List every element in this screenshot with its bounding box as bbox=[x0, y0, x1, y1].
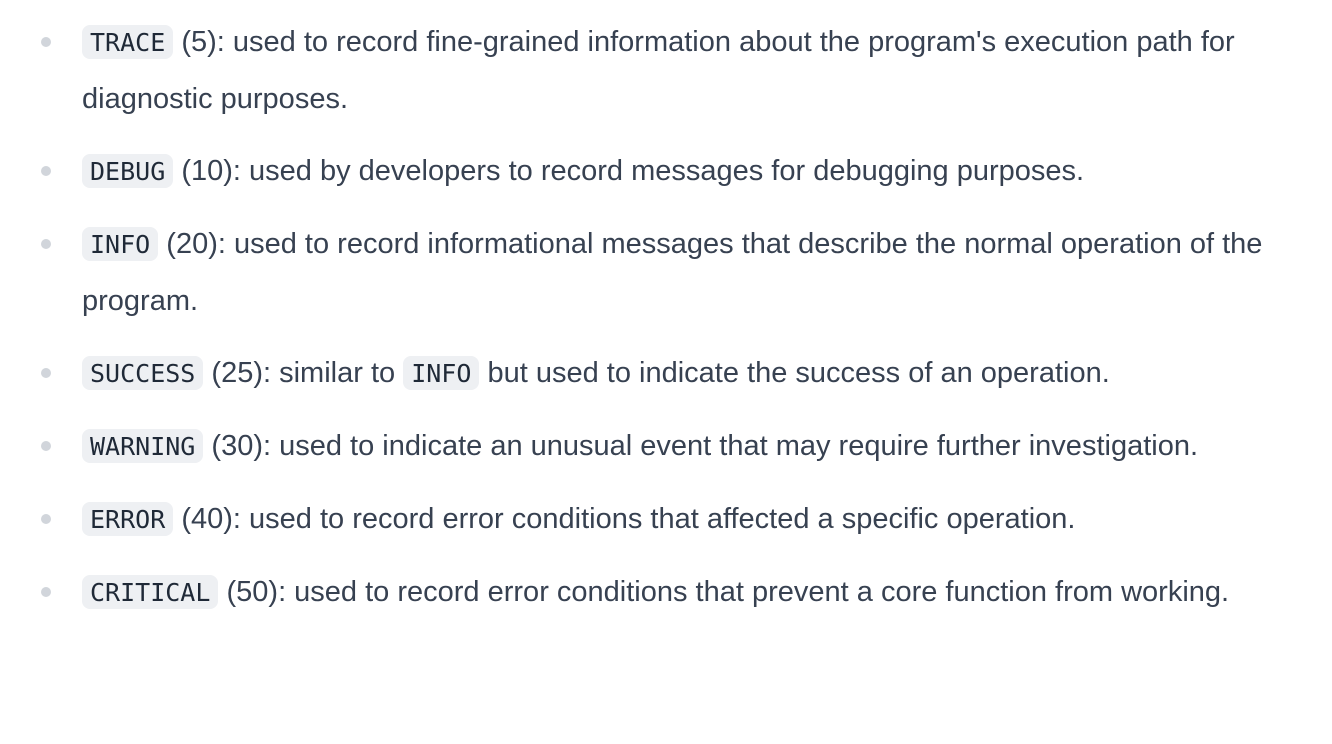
level-description-pre: : similar to bbox=[263, 357, 396, 389]
level-description-post: but used to indicate the success of an o… bbox=[487, 357, 1110, 389]
level-name: WARNING bbox=[82, 429, 204, 463]
list-item-warning: WARNING (30): used to indicate an unusua… bbox=[0, 418, 1332, 475]
bullet-icon bbox=[41, 239, 51, 249]
level-name: DEBUG bbox=[82, 154, 174, 188]
list-item-success: SUCCESS (25): similar to INFO but used t… bbox=[0, 345, 1332, 402]
level-description: : used to record fine-grained informatio… bbox=[82, 26, 1235, 115]
level-description: : used to record error conditions that a… bbox=[232, 503, 1076, 535]
level-description: : used by developers to record messages … bbox=[232, 155, 1085, 187]
bullet-icon bbox=[41, 368, 51, 378]
level-description: : used to indicate an unusual event that… bbox=[263, 430, 1199, 462]
level-value: (5) bbox=[181, 26, 217, 58]
level-description: : used to record error conditions that p… bbox=[278, 576, 1230, 608]
bullet-icon bbox=[41, 37, 51, 47]
level-name: ERROR bbox=[82, 502, 174, 536]
list-item-error: ERROR (40): used to record error conditi… bbox=[0, 491, 1332, 548]
level-value: (10) bbox=[181, 155, 233, 187]
level-value: (50) bbox=[226, 576, 279, 608]
list-item-debug: DEBUG (10): used by developers to record… bbox=[0, 143, 1332, 200]
level-name: TRACE bbox=[82, 25, 174, 59]
bullet-icon bbox=[41, 441, 51, 451]
log-level-list: TRACE (5): used to record fine-grained i… bbox=[0, 0, 1332, 621]
list-item-info: INFO (20): used to record informational … bbox=[0, 216, 1332, 329]
level-name: CRITICAL bbox=[82, 575, 219, 609]
bullet-icon bbox=[41, 514, 51, 524]
level-value: (30) bbox=[211, 430, 263, 462]
bullet-icon bbox=[41, 166, 51, 176]
level-description: : used to record informational messages … bbox=[82, 228, 1263, 317]
level-name: INFO bbox=[82, 227, 159, 261]
level-name: SUCCESS bbox=[82, 356, 204, 390]
list-item-critical: CRITICAL (50): used to record error cond… bbox=[0, 564, 1332, 621]
inline-code: INFO bbox=[403, 356, 480, 390]
list-item-trace: TRACE (5): used to record fine-grained i… bbox=[0, 14, 1332, 127]
level-value: (20) bbox=[166, 228, 218, 260]
level-value: (25) bbox=[211, 357, 263, 389]
level-value: (40) bbox=[181, 503, 233, 535]
bullet-icon bbox=[41, 587, 51, 597]
